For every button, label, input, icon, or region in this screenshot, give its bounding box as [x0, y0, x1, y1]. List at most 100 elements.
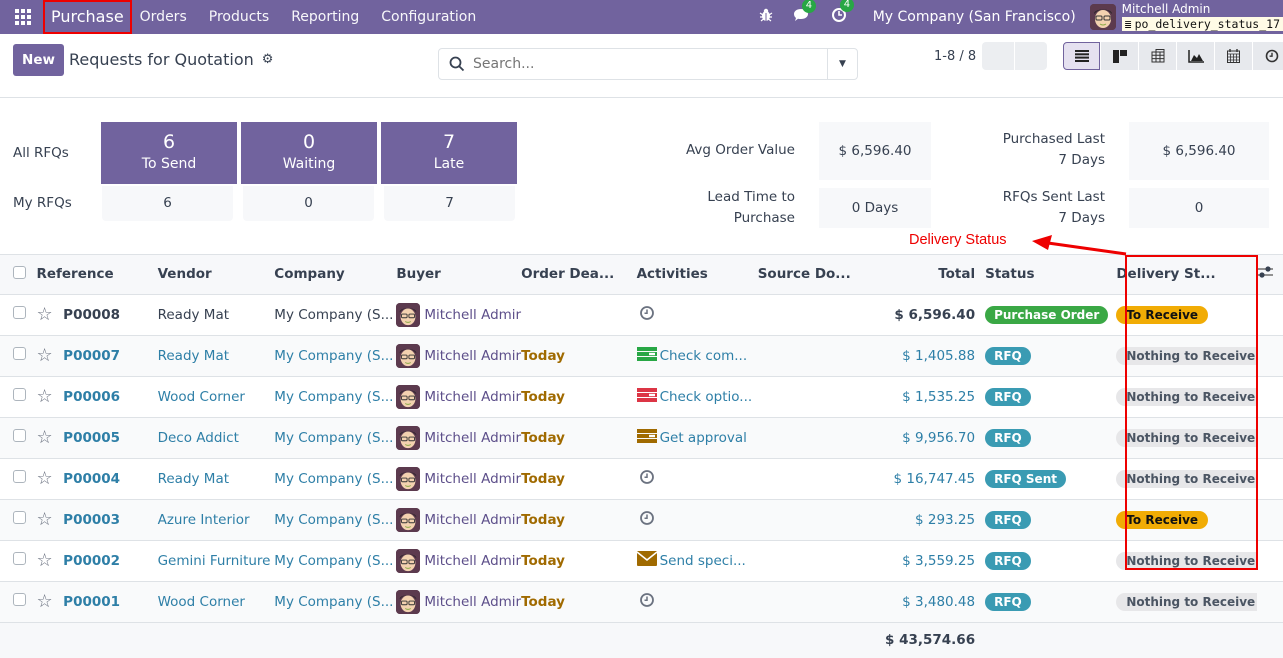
priority-star-icon[interactable]: ☆	[36, 427, 52, 448]
reference[interactable]: P00004	[63, 458, 157, 499]
activity[interactable]: Get approval	[636, 428, 758, 447]
col-vendor[interactable]: Vendor	[158, 255, 275, 294]
menu-orders[interactable]: Orders	[140, 9, 187, 25]
buyer[interactable]: Mitchell Admir	[396, 384, 521, 409]
search-input[interactable]	[473, 56, 827, 72]
company[interactable]: My Company (S...	[274, 376, 396, 417]
tile-to-send[interactable]: 6 To Send	[101, 122, 237, 184]
tile-waiting[interactable]: 0 Waiting	[241, 122, 377, 184]
vendor[interactable]: Ready Mat	[158, 458, 275, 499]
select-all-checkbox[interactable]	[13, 265, 26, 279]
table-row[interactable]: ☆ P00004 Ready Mat My Company (S... Mitc…	[0, 458, 1283, 499]
buyer[interactable]: Mitchell Admir	[396, 548, 521, 573]
pager-next-button[interactable]	[1015, 42, 1047, 70]
user-avatar[interactable]	[1089, 4, 1116, 30]
reference[interactable]: P00006	[63, 376, 157, 417]
row-checkbox[interactable]	[13, 347, 26, 360]
company[interactable]: My Company (S...	[274, 499, 396, 540]
table-row[interactable]: ☆ P00005 Deco Addict My Company (S... Mi…	[0, 417, 1283, 458]
menu-products[interactable]: Products	[209, 9, 269, 25]
table-row[interactable]: ☆ P00002 Gemini Furniture My Company (S.…	[0, 540, 1283, 581]
row-checkbox[interactable]	[13, 429, 26, 442]
list-view-button[interactable]	[1063, 42, 1100, 70]
vendor[interactable]: Ready Mat	[158, 294, 275, 335]
col-total[interactable]: Total	[871, 255, 985, 294]
priority-star-icon[interactable]: ☆	[36, 591, 52, 612]
buyer[interactable]: Mitchell Admir	[396, 343, 521, 368]
table-row[interactable]: ☆ P00001 Wood Corner My Company (S... Mi…	[0, 581, 1283, 622]
reference[interactable]: P00008	[63, 294, 157, 335]
company[interactable]: My Company (S...	[274, 458, 396, 499]
pager-value[interactable]: 1-8 / 8	[934, 46, 976, 68]
menu-reporting[interactable]: Reporting	[291, 9, 359, 25]
user-menu[interactable]: Mitchell Admin ≣ po_delivery_status_17	[1121, 3, 1283, 31]
priority-star-icon[interactable]: ☆	[36, 304, 52, 325]
company[interactable]: My Company (S...	[274, 417, 396, 458]
debug-bug-icon[interactable]	[759, 8, 773, 26]
vendor[interactable]: Wood Corner	[158, 581, 275, 622]
vendor[interactable]: Deco Addict	[158, 417, 275, 458]
row-checkbox[interactable]	[13, 552, 26, 565]
my-to-send[interactable]: 6	[102, 186, 233, 221]
pivot-view-button[interactable]	[1139, 42, 1176, 70]
col-status[interactable]: Status	[985, 255, 1108, 294]
my-waiting[interactable]: 0	[243, 186, 374, 221]
row-checkbox[interactable]	[13, 470, 26, 483]
reference[interactable]: P00007	[63, 335, 157, 376]
table-row[interactable]: ☆ P00006 Wood Corner My Company (S... Mi…	[0, 376, 1283, 417]
col-company[interactable]: Company	[274, 255, 396, 294]
buyer[interactable]: Mitchell Admir	[396, 589, 521, 614]
optional-columns-toggle[interactable]	[1257, 255, 1283, 294]
col-source-document[interactable]: Source Do...	[758, 255, 871, 294]
row-checkbox[interactable]	[13, 593, 26, 606]
calendar-view-button[interactable]	[1215, 42, 1252, 70]
activity[interactable]	[637, 510, 758, 530]
app-menu-icon[interactable]	[15, 9, 31, 25]
vendor[interactable]: Gemini Furniture	[158, 540, 275, 581]
row-checkbox[interactable]	[13, 511, 26, 524]
new-button[interactable]: New	[13, 44, 64, 76]
activity[interactable]	[637, 469, 758, 489]
priority-star-icon[interactable]: ☆	[36, 509, 52, 530]
row-checkbox[interactable]	[13, 388, 26, 401]
gear-icon[interactable]: ⚙	[262, 52, 274, 67]
activity[interactable]: Check optio...	[636, 387, 758, 406]
company[interactable]: My Company (S...	[274, 581, 396, 622]
table-row[interactable]: ☆ P00003 Azure Interior My Company (S...…	[0, 499, 1283, 540]
activity-view-button[interactable]	[1253, 42, 1283, 70]
buyer[interactable]: Mitchell Admir	[396, 425, 521, 450]
graph-view-button[interactable]	[1177, 42, 1214, 70]
col-delivery-status[interactable]: Delivery St...	[1108, 255, 1257, 294]
tile-late[interactable]: 7 Late	[381, 122, 517, 184]
reference[interactable]: P00005	[63, 417, 157, 458]
search-options-toggle[interactable]: ▼	[827, 49, 857, 79]
company[interactable]: My Company (S...	[274, 540, 396, 581]
priority-star-icon[interactable]: ☆	[36, 345, 52, 366]
reference[interactable]: P00002	[63, 540, 157, 581]
activity[interactable]	[637, 305, 758, 325]
col-reference[interactable]: Reference	[36, 255, 157, 294]
vendor[interactable]: Azure Interior	[158, 499, 275, 540]
company[interactable]: My Company (S...	[274, 294, 396, 335]
col-order-deadline[interactable]: Order Dea...	[521, 255, 636, 294]
col-buyer[interactable]: Buyer	[396, 255, 521, 294]
priority-star-icon[interactable]: ☆	[36, 386, 52, 407]
my-late[interactable]: 7	[384, 186, 515, 221]
col-activities[interactable]: Activities	[637, 255, 758, 294]
vendor[interactable]: Wood Corner	[158, 376, 275, 417]
priority-star-icon[interactable]: ☆	[36, 468, 52, 489]
activity[interactable]: Send speci...	[636, 551, 758, 570]
activity[interactable]	[637, 592, 758, 612]
buyer[interactable]: Mitchell Admir	[396, 466, 521, 491]
priority-star-icon[interactable]: ☆	[36, 550, 52, 571]
activities-clock-icon[interactable]: 4	[831, 0, 855, 27]
pager-previous-button[interactable]	[982, 42, 1014, 70]
messages-icon[interactable]: 4	[793, 0, 817, 27]
row-checkbox[interactable]	[13, 306, 26, 319]
kanban-view-button[interactable]	[1101, 42, 1138, 70]
company[interactable]: My Company (S...	[274, 335, 396, 376]
buyer[interactable]: Mitchell Admir	[396, 302, 521, 327]
table-row[interactable]: ☆ P00007 Ready Mat My Company (S... Mitc…	[0, 335, 1283, 376]
reference[interactable]: P00003	[63, 499, 157, 540]
app-name-purchase[interactable]: Purchase	[43, 0, 132, 34]
